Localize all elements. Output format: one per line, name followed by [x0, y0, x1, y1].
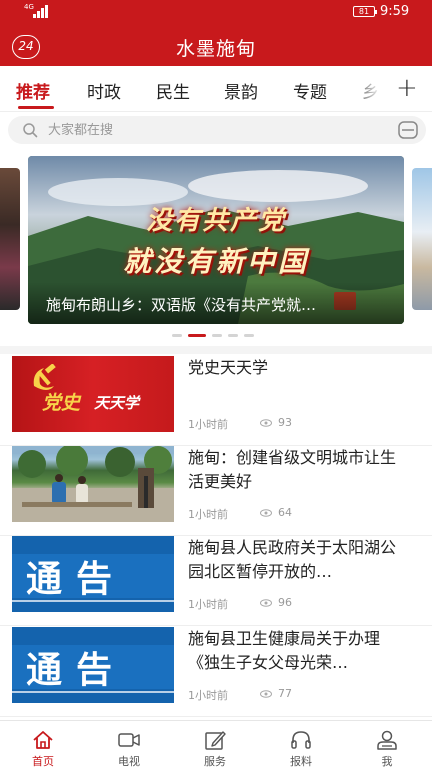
- news-list-item[interactable]: 施甸：创建省级文明城市让生活更美好 1小时前 64: [0, 446, 432, 536]
- news-views: 96: [260, 596, 292, 609]
- carousel-dot[interactable]: [244, 334, 254, 337]
- banner-carousel[interactable]: 没有共产党 就没有新中国 施甸布朗山乡：双语版《没有共产党就…: [0, 150, 432, 346]
- news-thumbnail-notice: 通告: [12, 536, 174, 612]
- nav-home[interactable]: 首页: [0, 721, 86, 768]
- tab-livelihood[interactable]: 民生: [156, 78, 190, 103]
- status-bar: 4G 81 9:59: [0, 0, 432, 24]
- news-time: 1小时前: [188, 508, 228, 521]
- nav-label: 首页: [32, 755, 54, 768]
- news-thumbnail-party-history: 党史 天天学: [12, 356, 174, 432]
- nav-service[interactable]: 服务: [172, 721, 258, 768]
- news-list-item[interactable]: 通告 施甸县人民政府关于太阳湖公园北区暂停开放的… 1小时前 96: [0, 536, 432, 626]
- news-meta: 1小时前 77: [188, 687, 292, 703]
- news-time: 1小时前: [188, 598, 228, 611]
- news-title[interactable]: 施甸县人民政府关于太阳湖公园北区暂停开放的…: [188, 536, 410, 584]
- search-input[interactable]: [48, 116, 368, 144]
- slide-art-text-line1: 没有共产党: [145, 206, 286, 236]
- slide-caption: 施甸布朗山乡：双语版《没有共产党就…: [28, 282, 404, 324]
- tab-politics[interactable]: 时政: [87, 78, 121, 103]
- news-views: 77: [260, 687, 292, 700]
- carousel-dot[interactable]: [228, 334, 238, 337]
- eye-icon: [260, 599, 272, 607]
- headset-icon: [291, 731, 311, 749]
- thumb-text-notice: 通告: [26, 559, 127, 600]
- news-list-item[interactable]: 通告 施甸县卫生健康局关于办理《独生子女父母光荣… 1小时前 77: [0, 627, 432, 717]
- carousel-current-slide[interactable]: 没有共产党 就没有新中国 施甸布朗山乡：双语版《没有共产党就…: [28, 156, 404, 324]
- search-icon: [23, 123, 38, 138]
- carousel-next-slide[interactable]: [412, 168, 432, 310]
- bottom-navigation: 首页 电视 服务 报料 我: [0, 720, 432, 768]
- news-views: 93: [260, 416, 292, 429]
- user-icon: [377, 730, 397, 750]
- nav-label: 报料: [290, 755, 312, 768]
- news-time: 1小时前: [188, 689, 228, 702]
- search-bar[interactable]: [8, 116, 426, 144]
- news-title[interactable]: 施甸县卫生健康局关于办理《独生子女父母光荣…: [188, 627, 410, 675]
- channel-tabs: 推荐 时政 民生 景韵 专题 乡 风 +: [0, 66, 432, 112]
- tab-fade-overlay: [348, 66, 432, 111]
- news-meta: 1小时前 96: [188, 596, 292, 612]
- active-tab-indicator: [18, 106, 54, 109]
- notice-underline: [12, 600, 174, 602]
- carousel-dot-active[interactable]: [188, 334, 206, 337]
- signal-indicator: 4G: [24, 4, 50, 18]
- battery-icon: 81: [353, 6, 377, 17]
- news-title[interactable]: 施甸：创建省级文明城市让生活更美好: [188, 446, 410, 494]
- tab-special[interactable]: 专题: [293, 78, 327, 103]
- news-meta: 1小时前 93: [188, 416, 292, 432]
- tab-scenery[interactable]: 景韵: [224, 78, 258, 103]
- carousel-dot[interactable]: [172, 334, 182, 337]
- eye-icon: [260, 690, 272, 698]
- app-header: 4G 81 9:59 24 水墨施甸: [0, 0, 432, 66]
- app-title: 水墨施甸: [175, 38, 256, 60]
- nav-label: 服务: [204, 755, 226, 768]
- news-views: 64: [260, 506, 292, 519]
- slide-caption-text: 施甸布朗山乡：双语版《没有共产党就…: [46, 296, 317, 314]
- eye-icon: [260, 419, 272, 427]
- section-divider: [0, 346, 432, 354]
- thumb-text-daily-study: 天天学: [94, 394, 140, 412]
- status-time: 9:59: [380, 4, 410, 19]
- carousel-dot[interactable]: [212, 334, 222, 337]
- signal-bars-icon: [33, 4, 49, 18]
- news-list-item[interactable]: 党史 天天学 党史天天学 1小时前 93: [0, 356, 432, 446]
- nav-label: 我: [381, 755, 393, 768]
- slide-art-text-line2: 就没有新中国: [122, 245, 309, 278]
- nav-label: 电视: [118, 755, 140, 768]
- news-view-count: 64: [278, 506, 292, 519]
- news-thumbnail-photo: [12, 446, 174, 522]
- scan-icon[interactable]: [398, 121, 418, 139]
- nav-me[interactable]: 我: [344, 721, 430, 768]
- news-view-count: 96: [278, 596, 292, 609]
- add-channel-icon[interactable]: +: [396, 74, 418, 102]
- app-root: 4G 81 9:59 24 水墨施甸 推荐 时政 民生 景韵 专题 乡 风 +: [0, 0, 432, 768]
- news-time: 1小时前: [188, 418, 228, 431]
- edit-icon: [205, 731, 226, 750]
- news-view-count: 77: [278, 687, 292, 700]
- home-icon: [33, 731, 53, 749]
- nav-report[interactable]: 报料: [258, 721, 344, 768]
- nav-tv[interactable]: 电视: [86, 721, 172, 768]
- street-photo-image: [12, 446, 174, 522]
- news-title[interactable]: 党史天天学: [188, 356, 410, 380]
- thumb-text-notice: 通告: [26, 650, 127, 691]
- news-meta: 1小时前 64: [188, 506, 292, 522]
- notice-underline: [12, 691, 174, 693]
- carousel-prev-slide[interactable]: [0, 168, 20, 310]
- eye-icon: [260, 509, 272, 517]
- news-view-count: 93: [278, 416, 292, 429]
- news-thumbnail-notice: 通告: [12, 627, 174, 703]
- thumb-text-party-history: 党史: [42, 392, 81, 414]
- tv-icon: [118, 733, 140, 747]
- tab-recommend[interactable]: 推荐: [16, 78, 50, 103]
